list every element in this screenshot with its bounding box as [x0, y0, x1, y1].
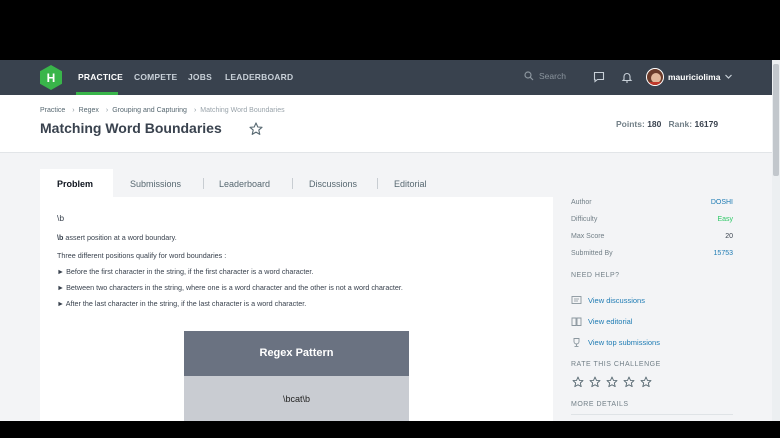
detail-submitted-by: Submitted By 15753 [571, 250, 733, 257]
nav-compete[interactable]: COMPETE [134, 72, 177, 82]
letterbox-bottom [0, 421, 780, 438]
detail-max-score: Max Score 20 [571, 233, 733, 240]
book-icon [571, 317, 582, 326]
breadcrumb: Practice › Regex › Grouping and Capturing › Ma… [40, 107, 288, 114]
search-input[interactable]: Search [522, 70, 582, 84]
top-navigation: H PRACTICE COMPETE JOBS LEADERBOARD Sear… [0, 60, 772, 95]
bullet-item: ► After the last character in the string… [57, 299, 307, 308]
rating-star-icon[interactable] [640, 376, 652, 388]
rating-star-icon[interactable] [606, 376, 618, 388]
tab-divider [292, 178, 293, 189]
rank-label: Rank: [668, 119, 693, 129]
search-placeholder: Search [539, 71, 566, 81]
submitted-by-link[interactable]: 15753 [714, 250, 733, 257]
tab-leaderboard[interactable]: Leaderboard [219, 179, 270, 189]
challenge-header: Practice › Regex › Grouping and Capturing › Ma… [0, 95, 772, 153]
rate-challenge-heading: RATE THIS CHALLENGE [571, 361, 661, 368]
assert-line: \b assert position at a word boundary. [57, 233, 177, 242]
tab-editorial[interactable]: Editorial [394, 179, 427, 189]
view-editorial-link[interactable]: View editorial [571, 316, 661, 327]
points-value: 180 [647, 119, 662, 129]
tab-problem[interactable]: Problem [57, 179, 93, 189]
view-discussions-link[interactable]: View discussions [571, 295, 671, 306]
page-scrollbar[interactable] [772, 60, 780, 421]
chevron-down-icon[interactable] [724, 72, 733, 81]
regex-pattern-header: Regex Pattern [184, 331, 409, 376]
tab-discussions[interactable]: Discussions [309, 179, 357, 189]
notifications-bell-icon[interactable] [621, 71, 633, 83]
view-top-submissions-link[interactable]: View top submissions [571, 337, 681, 348]
nav-jobs[interactable]: JOBS [188, 72, 212, 82]
scrollbar-thumb[interactable] [773, 64, 779, 176]
breadcrumb-grouping[interactable]: Grouping and Capturing [112, 107, 187, 114]
trophy-icon [573, 338, 580, 347]
tab-submissions[interactable]: Submissions [130, 179, 181, 189]
regex-pattern-value: \bcat\b [184, 376, 409, 421]
need-help-heading: NEED HELP? [571, 272, 620, 279]
tab-divider [203, 178, 204, 189]
letterbox-top [0, 0, 780, 60]
page-title: Matching Word Boundaries [40, 120, 222, 136]
positions-intro: Three different positions qualify for wo… [57, 251, 227, 260]
rating-star-icon[interactable] [589, 376, 601, 388]
more-details-heading[interactable]: MORE DETAILS [571, 401, 629, 408]
bullet-item: ► Between two characters in the string, … [57, 283, 403, 292]
breadcrumb-regex[interactable]: Regex [79, 107, 99, 114]
bookmark-star-icon[interactable] [249, 122, 263, 136]
problem-statement: \b \b assert position at a word boundary… [40, 197, 553, 421]
avatar-image [647, 69, 663, 85]
divider [571, 414, 733, 415]
rating-star-icon[interactable] [623, 376, 635, 388]
regex-pattern-table: Regex Pattern \bcat\b [184, 331, 409, 421]
detail-difficulty: Difficulty Easy [571, 216, 733, 223]
chevron-right-icon: › [72, 107, 75, 114]
svg-text:H: H [47, 71, 56, 85]
points-rank: Points: 180 Rank: 16179 [616, 119, 718, 129]
detail-author: Author DOSHI [571, 199, 733, 206]
nav-leaderboard[interactable]: LEADERBOARD [225, 72, 293, 82]
author-link[interactable]: DOSHI [711, 199, 733, 206]
chevron-right-icon: › [105, 107, 109, 114]
username[interactable]: mauriciolima [668, 72, 720, 82]
search-icon [524, 71, 534, 81]
browser-viewport: H PRACTICE COMPETE JOBS LEADERBOARD Sear… [0, 60, 772, 421]
points-label: Points: [616, 119, 645, 129]
messages-icon[interactable] [593, 71, 605, 83]
rating-star-icon[interactable] [572, 376, 584, 388]
chevron-right-icon: › [193, 107, 197, 114]
max-score-value: 20 [725, 233, 733, 240]
avatar[interactable] [646, 68, 664, 86]
hackerrank-logo[interactable]: H [40, 65, 62, 90]
assert-text: assert position at a word boundary. [63, 233, 177, 242]
bullet-item: ► Before the first character in the stri… [57, 267, 314, 276]
boundary-symbol: \b [57, 213, 65, 223]
rank-value: 16179 [694, 119, 719, 129]
discussion-icon [571, 296, 582, 304]
difficulty-value: Easy [717, 216, 733, 223]
breadcrumb-current: Matching Word Boundaries [200, 107, 285, 114]
breadcrumb-practice[interactable]: Practice [40, 107, 65, 114]
nav-practice[interactable]: PRACTICE [78, 72, 123, 82]
tab-divider [377, 178, 378, 189]
